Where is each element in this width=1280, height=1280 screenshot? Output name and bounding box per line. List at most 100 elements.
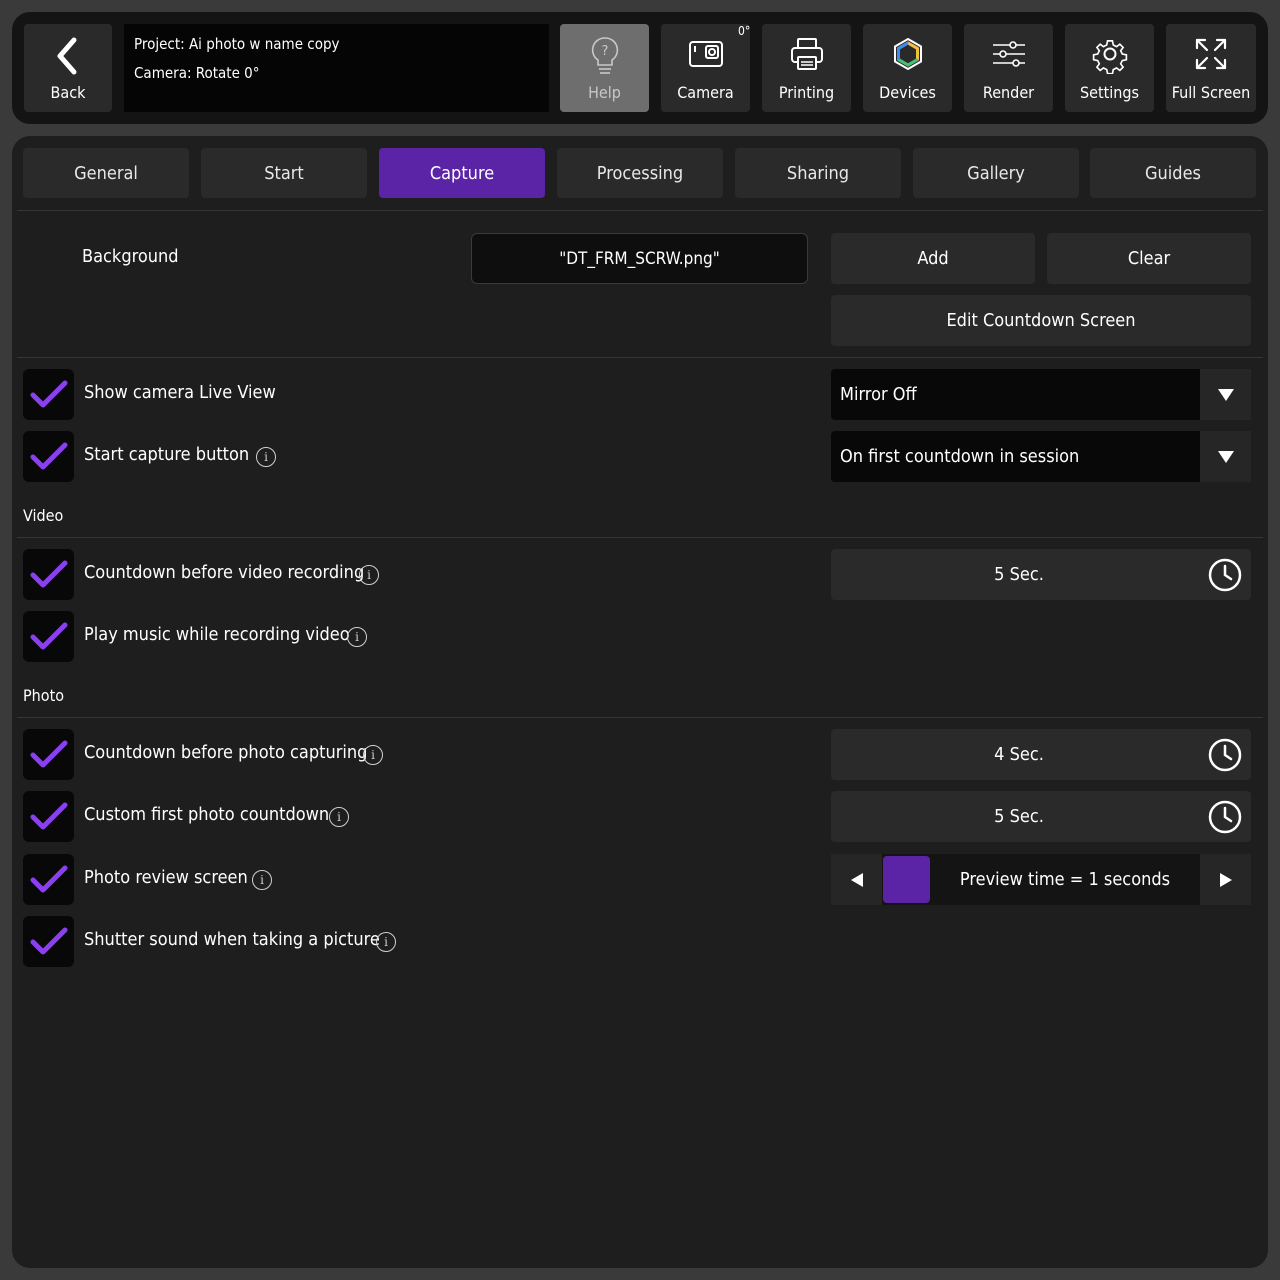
increase-arrow-icon[interactable] bbox=[1200, 854, 1251, 905]
photo-section-label: Photo bbox=[23, 686, 65, 705]
preview-time-stepper[interactable]: Preview time = 1 seconds bbox=[831, 854, 1251, 905]
check-icon bbox=[30, 442, 67, 469]
printer-icon bbox=[790, 38, 823, 70]
preview-time-value: Preview time = 1 seconds bbox=[959, 869, 1171, 890]
decrease-arrow-icon[interactable] bbox=[831, 854, 882, 905]
live-view-checkbox[interactable] bbox=[23, 369, 74, 420]
camera-label: Camera bbox=[677, 83, 734, 102]
chevron-down-icon[interactable] bbox=[1200, 369, 1251, 420]
fullscreen-arrows-icon bbox=[1195, 38, 1227, 70]
info-icon[interactable]: i bbox=[376, 932, 396, 952]
start-capture-dropdown[interactable]: On first countdown in session bbox=[831, 431, 1251, 482]
first-photo-countdown-checkbox[interactable] bbox=[23, 791, 74, 842]
clock-icon bbox=[1208, 738, 1242, 772]
clock-icon bbox=[1208, 558, 1242, 592]
first-photo-countdown-value: 5 Sec. bbox=[994, 806, 1044, 827]
clock-icon bbox=[1208, 800, 1242, 834]
first-photo-countdown-timer[interactable]: 5 Sec. bbox=[831, 791, 1251, 842]
render-label: Render bbox=[982, 83, 1035, 102]
shutter-sound-checkbox[interactable] bbox=[23, 916, 74, 967]
back-label: Back bbox=[50, 83, 86, 102]
check-icon bbox=[30, 865, 67, 892]
render-button[interactable]: Render bbox=[964, 24, 1053, 112]
tab-gallery[interactable]: Gallery bbox=[913, 148, 1079, 198]
printing-label: Printing bbox=[778, 83, 835, 102]
help-label: Help bbox=[588, 83, 621, 102]
video-countdown-value: 5 Sec. bbox=[994, 564, 1044, 585]
photo-review-label: Photo review screen bbox=[84, 867, 248, 888]
check-icon bbox=[30, 560, 67, 587]
lightbulb-question-icon: ? bbox=[591, 37, 618, 74]
help-button[interactable]: ? Help bbox=[560, 24, 649, 112]
background-file-field[interactable]: "DT_FRM_SCRW.png" bbox=[471, 233, 808, 284]
clear-background-button[interactable]: Clear bbox=[1047, 233, 1251, 284]
mirror-dropdown-value: Mirror Off bbox=[840, 384, 917, 405]
top-toolbar: Back Project: Ai photo w name copy Camer… bbox=[12, 12, 1268, 124]
back-button[interactable]: Back bbox=[24, 24, 112, 112]
video-music-checkbox[interactable] bbox=[23, 611, 74, 662]
photo-countdown-timer[interactable]: 4 Sec. bbox=[831, 729, 1251, 780]
tab-capture[interactable]: Capture bbox=[379, 148, 545, 198]
shutter-sound-label: Shutter sound when taking a picture bbox=[84, 929, 380, 950]
check-icon bbox=[30, 740, 67, 767]
photo-countdown-label: Countdown before photo capturing bbox=[84, 742, 368, 763]
divider bbox=[17, 210, 1263, 211]
chevron-left-icon bbox=[57, 37, 77, 75]
sliders-icon bbox=[992, 41, 1025, 67]
first-photo-countdown-label: Custom first photo countdown bbox=[84, 804, 330, 825]
divider bbox=[17, 357, 1263, 358]
video-countdown-label: Countdown before video recording bbox=[84, 562, 365, 583]
photo-review-checkbox[interactable] bbox=[23, 854, 74, 905]
mirror-dropdown[interactable]: Mirror Off bbox=[831, 369, 1251, 420]
info-icon[interactable]: i bbox=[363, 745, 383, 765]
tab-sharing[interactable]: Sharing bbox=[735, 148, 901, 198]
full-screen-button[interactable]: Full Screen bbox=[1166, 24, 1256, 112]
info-icon[interactable]: i bbox=[329, 807, 349, 827]
edit-countdown-screen-button[interactable]: Edit Countdown Screen bbox=[831, 295, 1251, 346]
tab-processing[interactable]: Processing bbox=[557, 148, 723, 198]
check-icon bbox=[30, 927, 67, 954]
live-view-label: Show camera Live View bbox=[84, 382, 276, 403]
full-screen-label: Full Screen bbox=[1171, 83, 1251, 102]
video-countdown-checkbox[interactable] bbox=[23, 549, 74, 600]
tab-guides[interactable]: Guides bbox=[1090, 148, 1256, 198]
project-name: Project: Ai photo w name copy bbox=[134, 35, 340, 53]
divider bbox=[17, 537, 1263, 538]
printing-button[interactable]: Printing bbox=[762, 24, 851, 112]
devices-hexagon-icon bbox=[893, 37, 922, 71]
background-label: Background bbox=[82, 246, 179, 267]
settings-panel: General Start Capture Processing Sharing… bbox=[12, 136, 1268, 1268]
rotation-badge: 0° bbox=[738, 24, 751, 38]
camera-rotation-status: Camera: Rotate 0° bbox=[134, 64, 260, 82]
start-capture-label: Start capture button bbox=[84, 444, 250, 465]
check-icon bbox=[30, 802, 67, 829]
devices-label: Devices bbox=[879, 83, 936, 102]
chevron-down-icon[interactable] bbox=[1200, 431, 1251, 482]
background-file-value: "DT_FRM_SCRW.png" bbox=[559, 248, 720, 269]
settings-button[interactable]: Settings bbox=[1065, 24, 1154, 112]
photo-countdown-checkbox[interactable] bbox=[23, 729, 74, 780]
info-icon[interactable]: i bbox=[347, 627, 367, 647]
info-icon[interactable]: i bbox=[359, 565, 379, 585]
info-icon[interactable]: i bbox=[256, 447, 276, 467]
check-icon bbox=[30, 380, 67, 407]
tab-general[interactable]: General bbox=[23, 148, 189, 198]
divider bbox=[17, 717, 1263, 718]
add-background-button[interactable]: Add bbox=[831, 233, 1035, 284]
video-countdown-timer[interactable]: 5 Sec. bbox=[831, 549, 1251, 600]
video-music-label: Play music while recording video bbox=[84, 624, 350, 645]
start-capture-checkbox[interactable] bbox=[23, 431, 74, 482]
photo-countdown-value: 4 Sec. bbox=[994, 744, 1044, 765]
info-icon[interactable]: i bbox=[252, 870, 272, 890]
settings-label: Settings bbox=[1079, 83, 1140, 102]
camera-button[interactable]: Camera bbox=[661, 24, 750, 112]
project-info: Project: Ai photo w name copy Camera: Ro… bbox=[124, 24, 549, 112]
svg-text:?: ? bbox=[601, 44, 608, 59]
gear-icon bbox=[1092, 40, 1127, 74]
video-section-label: Video bbox=[23, 506, 64, 525]
camera-icon bbox=[688, 41, 723, 67]
preview-time-indicator bbox=[883, 856, 930, 903]
devices-button[interactable]: Devices bbox=[863, 24, 952, 112]
tab-start[interactable]: Start bbox=[201, 148, 367, 198]
start-capture-dropdown-value: On first countdown in session bbox=[840, 446, 1080, 467]
